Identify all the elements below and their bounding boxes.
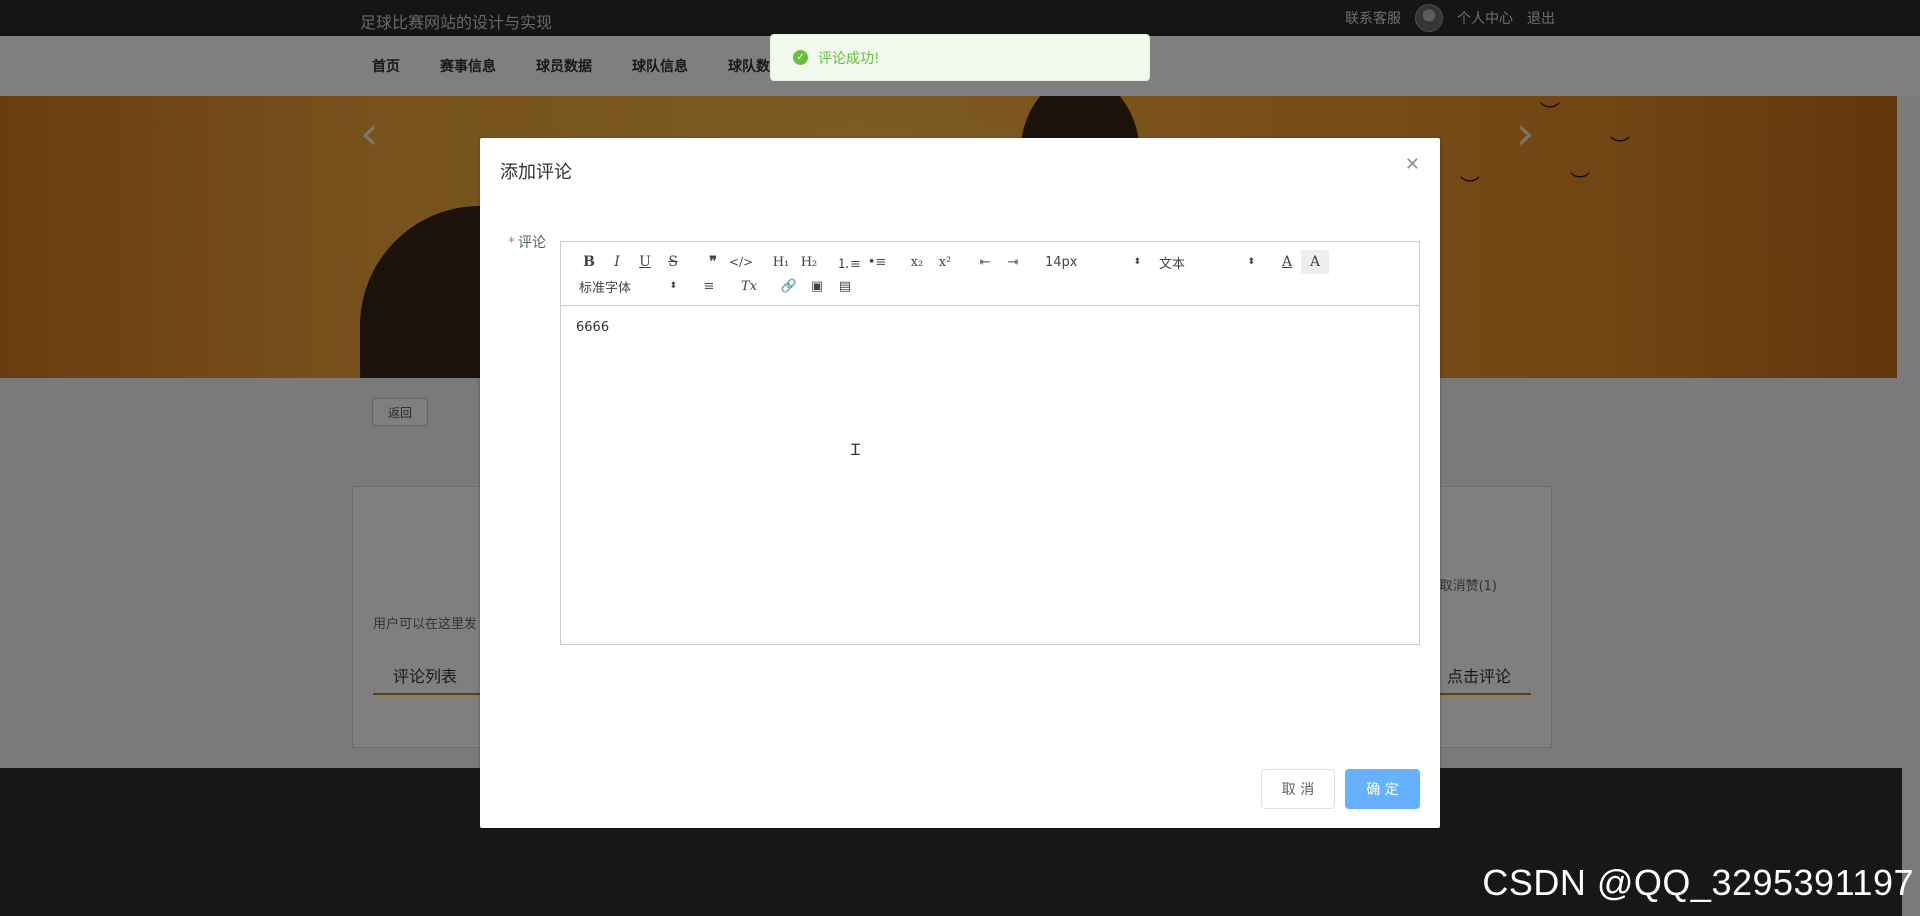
select-arrows-icon: ⬍: [1247, 257, 1255, 267]
blockquote-icon[interactable]: ❞: [699, 250, 727, 274]
watermark: CSDN @QQ_3295391197: [1482, 862, 1914, 903]
select-arrows-icon: ⬍: [669, 281, 677, 291]
font-family-select[interactable]: 标准字体 ⬍: [575, 274, 683, 298]
comment-field-label: * 评论: [508, 235, 546, 251]
block-type-select[interactable]: 文本 ⬍: [1153, 250, 1261, 274]
select-arrows-icon: ⬍: [1133, 257, 1141, 267]
required-asterisk: *: [508, 235, 515, 251]
add-comment-dialog: 添加评论 ✕ * 评论 B I U S ❞ </> H₁ H₂ ⒈≡ •≡ x₂ …: [480, 138, 1440, 828]
text-color-icon[interactable]: A: [1273, 250, 1301, 274]
image-icon[interactable]: ▣: [803, 274, 831, 298]
editor-content[interactable]: 6666 Ɪ: [561, 306, 1419, 644]
text-cursor-icon: Ɪ: [851, 440, 860, 459]
heading1-icon[interactable]: H₁: [767, 250, 795, 274]
bold-icon[interactable]: B: [575, 250, 603, 274]
background-color-icon[interactable]: A: [1301, 250, 1329, 274]
bullet-list-icon[interactable]: •≡: [863, 250, 891, 274]
confirm-button[interactable]: 确 定: [1345, 769, 1420, 809]
editor-toolbar: B I U S ❞ </> H₁ H₂ ⒈≡ •≡ x₂ x² ⇤ ⇥ 14px…: [561, 242, 1419, 306]
toast-message: 评论成功!: [818, 50, 880, 67]
indent-icon[interactable]: ⇥: [999, 250, 1027, 274]
outdent-icon[interactable]: ⇤: [971, 250, 999, 274]
superscript-icon[interactable]: x²: [931, 250, 959, 274]
subscript-icon[interactable]: x₂: [903, 250, 931, 274]
clear-format-icon[interactable]: Tx: [735, 274, 763, 298]
close-icon[interactable]: ✕: [1405, 154, 1420, 175]
video-icon[interactable]: ▤: [831, 274, 859, 298]
link-icon[interactable]: 🔗: [775, 274, 803, 298]
underline-icon[interactable]: U: [631, 250, 659, 274]
dialog-title: 添加评论: [500, 162, 572, 183]
ordered-list-icon[interactable]: ⒈≡: [835, 250, 863, 274]
rich-text-editor: B I U S ❞ </> H₁ H₂ ⒈≡ •≡ x₂ x² ⇤ ⇥ 14px…: [560, 241, 1420, 645]
heading2-icon[interactable]: H₂: [795, 250, 823, 274]
check-circle-icon: ✓: [793, 50, 808, 65]
comment-text: 6666: [576, 320, 610, 335]
align-icon[interactable]: ≡: [695, 274, 723, 298]
italic-icon[interactable]: I: [603, 250, 631, 274]
success-toast: ✓ 评论成功!: [770, 34, 1150, 81]
cancel-button[interactable]: 取 消: [1261, 769, 1335, 809]
font-size-select[interactable]: 14px ⬍: [1039, 250, 1147, 274]
code-block-icon[interactable]: </>: [727, 250, 755, 274]
strikethrough-icon[interactable]: S: [659, 250, 687, 274]
